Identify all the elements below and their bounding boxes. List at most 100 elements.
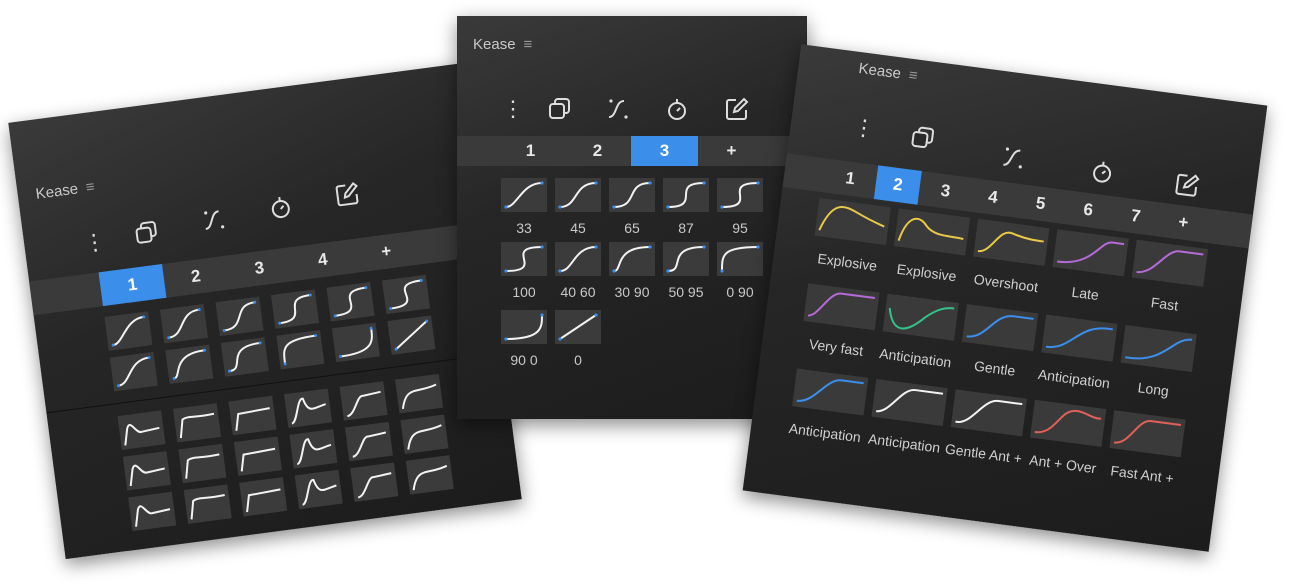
curve-value-label: 0 90 [726, 284, 754, 300]
more-vertical-icon[interactable]: ⋮ [78, 226, 112, 260]
tab-4[interactable]: 4 [289, 239, 357, 281]
curve-preset-cell[interactable] [104, 311, 153, 351]
easing-preset-cell[interactable] [950, 389, 1028, 437]
curve-value-label: 0 [574, 352, 582, 368]
curve-preset-cell[interactable] [276, 329, 325, 370]
bounce-preset-cell[interactable] [122, 451, 171, 491]
curve-value-label: 90 0 [510, 352, 538, 368]
curve-preset-cell[interactable] [326, 282, 375, 322]
preset-label: Long [1136, 379, 1170, 400]
bounce-preset-cell[interactable] [344, 421, 393, 462]
tab-3[interactable]: 3 [631, 136, 698, 166]
bounce-preset-cell[interactable] [289, 429, 338, 469]
bounce-preset-cell[interactable] [183, 484, 232, 524]
easing-preset-cell[interactable] [882, 293, 959, 341]
curve-preset-cell[interactable] [165, 344, 214, 385]
edit-icon[interactable] [331, 177, 365, 211]
stopwatch-icon[interactable] [264, 190, 298, 224]
more-vertical-icon[interactable]: ⋮ [847, 111, 881, 145]
curve-preset-cell[interactable] [159, 303, 208, 344]
bounce-preset-cell[interactable] [405, 455, 454, 495]
curve-preset-cell[interactable] [555, 310, 601, 344]
easing-preset-cell[interactable] [792, 368, 869, 416]
bounce-preset-cell[interactable] [294, 469, 343, 510]
curve-preset-cell[interactable] [501, 242, 547, 276]
stopwatch-icon[interactable] [1085, 155, 1119, 189]
tab-6[interactable]: 6 [1064, 190, 1112, 229]
curve-icon[interactable] [197, 203, 231, 237]
bounce-preset-cell[interactable] [284, 388, 333, 428]
menu-icon[interactable]: ≡ [85, 178, 96, 196]
curve-value-label: 40 60 [560, 284, 596, 300]
curve-preset-cell[interactable] [220, 337, 269, 377]
curve-preset-cell[interactable] [331, 322, 380, 363]
bounce-preset-cell[interactable] [350, 462, 399, 502]
easing-preset-cell[interactable] [893, 208, 971, 256]
curve-preset-cell[interactable] [609, 178, 655, 212]
curve-preset-cell[interactable] [215, 296, 264, 337]
curve-preset-cell[interactable] [555, 178, 601, 212]
curve-icon[interactable] [603, 94, 633, 124]
curve-preset-cell[interactable] [387, 315, 436, 355]
tab-3[interactable]: 3 [921, 172, 969, 211]
curve-preset-cell[interactable] [717, 178, 763, 212]
easing-preset-cell[interactable] [1109, 410, 1186, 458]
tab-2[interactable]: 2 [873, 165, 922, 205]
curve-preset-cell[interactable] [382, 274, 431, 315]
easing-preset-cell[interactable] [961, 304, 1039, 352]
curve-value-label: 65 [624, 220, 640, 236]
curve-preset-cell[interactable] [717, 242, 763, 276]
curve-value-label: 50 95 [668, 284, 704, 300]
easing-preset-cell[interactable] [1052, 229, 1129, 277]
bounce-preset-cell[interactable] [400, 414, 449, 454]
curve-preset-cell[interactable] [609, 242, 655, 276]
curve-preset-cell[interactable] [663, 178, 709, 212]
curve-preset-cell[interactable] [109, 351, 158, 392]
easing-preset-cell[interactable] [871, 378, 948, 426]
bounce-preset-cell[interactable] [395, 373, 444, 414]
easing-preset-cell[interactable] [1131, 239, 1209, 287]
menu-icon[interactable]: ≡ [908, 67, 919, 85]
tab-add[interactable]: + [352, 231, 420, 273]
bounce-preset-cell[interactable] [339, 381, 388, 421]
copy-icon[interactable] [545, 94, 575, 124]
tab-add[interactable]: + [698, 136, 765, 166]
tab-2[interactable]: 2 [564, 136, 631, 166]
bounce-preset-cell[interactable] [128, 491, 177, 532]
easing-preset-cell[interactable] [814, 197, 891, 246]
curve-preset-cell[interactable] [501, 178, 547, 212]
tab-4[interactable]: 4 [969, 178, 1017, 217]
tab-5[interactable]: 5 [1017, 184, 1065, 223]
copy-icon[interactable] [906, 121, 940, 155]
curve-preset-cell[interactable] [663, 242, 709, 276]
curve-icon[interactable] [997, 141, 1031, 175]
menu-icon[interactable]: ≡ [524, 36, 533, 53]
more-vertical-icon[interactable]: ⋮ [498, 94, 528, 124]
stopwatch-icon[interactable] [662, 94, 692, 124]
bounce-preset-cell[interactable] [117, 410, 166, 450]
curve-preset-cell[interactable] [270, 289, 320, 329]
bounce-preset-cell[interactable] [233, 436, 282, 476]
tab-1[interactable]: 1 [826, 159, 874, 198]
tab-3[interactable]: 3 [225, 247, 293, 289]
easing-preset-cell[interactable] [1030, 399, 1107, 447]
panel-header: Kease ≡ [858, 60, 919, 85]
tab-7[interactable]: 7 [1112, 197, 1160, 236]
bounce-preset-cell[interactable] [178, 443, 227, 484]
easing-preset-cell[interactable] [1041, 314, 1118, 362]
curve-preset-cell[interactable] [555, 242, 601, 276]
tab-1[interactable]: 1 [497, 136, 564, 166]
easing-preset-cell[interactable] [973, 218, 1050, 266]
easing-preset-cell[interactable] [803, 283, 880, 331]
tab-add[interactable]: + [1159, 203, 1207, 242]
bounce-preset-cell[interactable] [239, 477, 288, 517]
curve-preset-cell[interactable] [501, 310, 547, 344]
bounce-preset-cell[interactable] [172, 403, 222, 443]
edit-icon[interactable] [1171, 168, 1205, 202]
copy-icon[interactable] [130, 216, 164, 250]
easing-preset-cell[interactable] [1120, 324, 1197, 373]
edit-icon[interactable] [722, 94, 752, 124]
bounce-preset-cell[interactable] [228, 395, 277, 436]
tab-2[interactable]: 2 [162, 256, 230, 298]
tab-1[interactable]: 1 [98, 264, 167, 307]
